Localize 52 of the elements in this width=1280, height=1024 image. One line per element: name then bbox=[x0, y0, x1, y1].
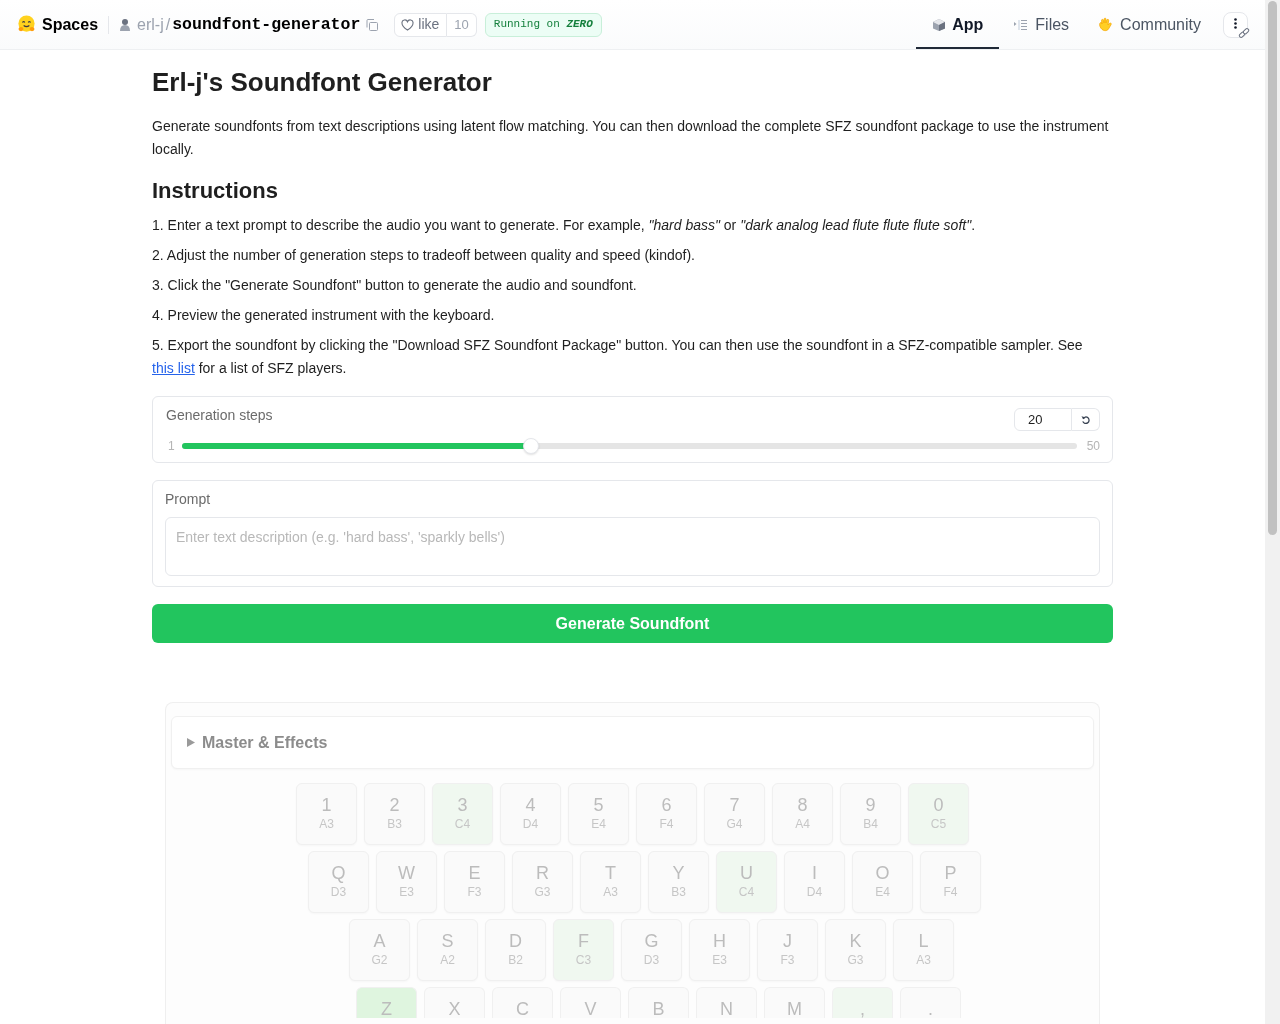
prompt-textarea[interactable]: Enter text description (e.g. 'hard bass', 'sparkly bells') bbox=[165, 517, 1100, 576]
keyboard-key[interactable]: , bbox=[832, 987, 893, 1018]
file-list-icon bbox=[1013, 17, 1029, 32]
generate-button[interactable]: Generate Soundfont bbox=[152, 604, 1113, 643]
hugging-emoji-icon bbox=[17, 15, 36, 34]
keyboard-key[interactable]: V bbox=[560, 987, 621, 1018]
caret-icon bbox=[187, 738, 195, 747]
keyboard-key[interactable]: C bbox=[492, 987, 553, 1018]
tab[interactable]: Files bbox=[999, 0, 1084, 49]
slider-thumb[interactable] bbox=[523, 438, 540, 454]
instruction-step: 2. Adjust the number of generation steps to tradeoff between quality and speed (kindof). bbox=[152, 244, 1113, 267]
owner-link[interactable]: erl-j bbox=[137, 14, 164, 35]
more-options-button[interactable] bbox=[1223, 11, 1248, 38]
number-input[interactable]: 20 bbox=[1014, 408, 1072, 431]
instruction-step: 3. Click the "Generate Soundfont" button to generate the audio and soundfont. bbox=[152, 274, 1113, 297]
tab[interactable]: App bbox=[916, 0, 1000, 49]
intro-paragraph: Generate soundfonts from text descriptions using latent flow matching. You can then download the complete SFZ soundfont package to use the instrument locally. bbox=[152, 117, 1110, 159]
instruction-step: 1. Enter a text prompt to describe the audio you want to generate. For example, "hard bass" or "dark analog lead flute flute flute soft". bbox=[152, 214, 1113, 237]
brand-name[interactable]: Spaces bbox=[42, 14, 99, 35]
like-button[interactable]: like bbox=[394, 12, 448, 37]
keyboard-key[interactable]: X bbox=[424, 987, 485, 1018]
keyboard-key[interactable]: M bbox=[764, 987, 825, 1018]
like-count: 10 bbox=[447, 12, 477, 37]
status-badge: Running on ZERO bbox=[484, 12, 602, 37]
section-heading: Instructions bbox=[152, 177, 279, 205]
keyboard-key[interactable]: B bbox=[628, 987, 689, 1018]
reset-button[interactable] bbox=[1072, 408, 1100, 431]
reset-icon bbox=[1081, 414, 1090, 425]
effects-accordion[interactable]: Master & Effects bbox=[171, 716, 1094, 769]
repository-name[interactable]: soundfont-generator bbox=[172, 14, 361, 35]
tab[interactable]: Community bbox=[1083, 0, 1215, 49]
keyboard-key[interactable]: N bbox=[696, 987, 757, 1018]
keyboard-key[interactable]: . bbox=[900, 987, 961, 1018]
slider-label: Generation steps bbox=[166, 406, 273, 425]
slider-min-label: 1 bbox=[167, 438, 176, 454]
vertical-dots-icon bbox=[1234, 18, 1237, 29]
prompt-label: Prompt bbox=[165, 490, 212, 509]
keyboard-key[interactable]: Z bbox=[356, 987, 417, 1018]
slider-max-label: 50 bbox=[1086, 438, 1100, 454]
link-icon bbox=[1238, 26, 1250, 39]
path-separator: / bbox=[165, 14, 171, 35]
cube-icon bbox=[932, 17, 947, 32]
page-title: Erl-j's Soundfont Generator bbox=[152, 66, 493, 98]
slider-track[interactable] bbox=[182, 437, 1077, 455]
instruction-step: 4. Preview the generated instrument with the keyboard. bbox=[152, 304, 1113, 327]
copy-icon[interactable] bbox=[366, 18, 379, 31]
avatar-icon bbox=[119, 17, 132, 32]
hand-icon bbox=[1097, 17, 1114, 32]
scrollbar-thumb[interactable] bbox=[1268, 1, 1277, 535]
instruction-step: 5. Export the soundfont by clicking the "Download SFZ Soundfont Package" button. You can then use the soundfont in a SFZ-compatible sampler. See this list for a list of SFZ players. bbox=[152, 334, 1113, 380]
heart-icon bbox=[401, 18, 415, 31]
link[interactable]: this list bbox=[152, 360, 195, 376]
